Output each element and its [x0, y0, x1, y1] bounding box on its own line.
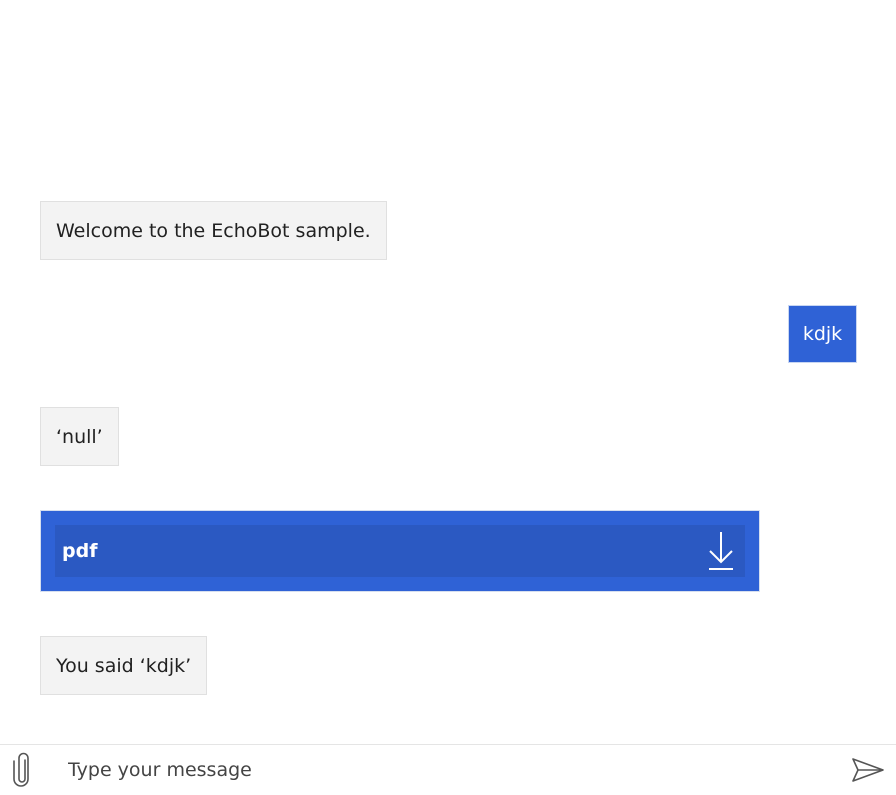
download-icon[interactable]: [707, 529, 735, 573]
chat-window: Welcome to the EchoBot sample. kdjk ‘nul…: [0, 0, 896, 795]
file-attachment[interactable]: pdf: [55, 525, 745, 577]
file-attachment-card[interactable]: pdf: [40, 510, 760, 592]
bot-message: Welcome to the EchoBot sample.: [40, 201, 387, 260]
send-icon[interactable]: [840, 745, 896, 795]
bot-message: ‘null’: [40, 407, 119, 466]
user-message: kdjk: [788, 305, 857, 363]
paperclip-icon[interactable]: [0, 745, 44, 795]
bot-message: You said ‘kdjk’: [40, 636, 208, 695]
attachment-filename: pdf: [62, 540, 98, 562]
send-box: [0, 744, 896, 795]
message-input[interactable]: [44, 746, 840, 794]
